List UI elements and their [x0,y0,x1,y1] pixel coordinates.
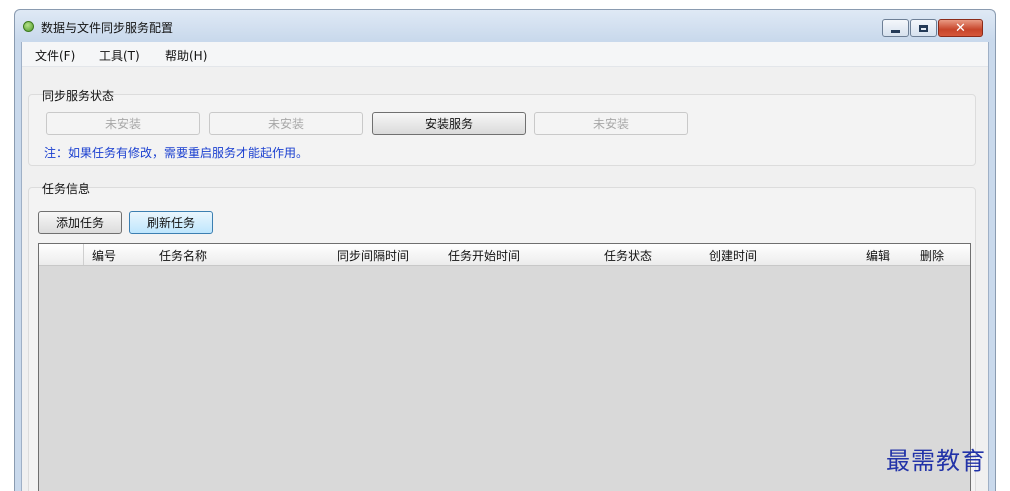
restart-note: 注：如果任务有修改，需要重启服务才能起作用。 [44,146,309,160]
maximize-icon [919,24,928,32]
column-edit[interactable]: 编辑 [866,247,890,264]
column-status[interactable]: 任务状态 [604,247,652,264]
menu-bar: 文件(F) 工具(T) 帮助(H) [22,42,988,67]
task-info-title: 任务信息 [42,182,91,196]
title-bar[interactable]: 数据与文件同步服务配置 ✕ [15,10,995,42]
client-area: 文件(F) 工具(T) 帮助(H) 同步服务状态 未安装 未安装 安装服务 未安… [21,42,989,491]
task-grid[interactable]: 编号 任务名称 同步间隔时间 任务开始时间 任务状态 创建时间 编辑 删除 [38,243,971,491]
menu-file[interactable]: 文件(F) [35,47,75,64]
row-header-corner [39,244,84,265]
watermark-text: 最需教育 [886,447,986,475]
column-interval[interactable]: 同步间隔时间 [337,247,409,264]
menu-help[interactable]: 帮助(H) [165,47,207,64]
close-icon: ✕ [955,20,966,36]
column-task-name[interactable]: 任务名称 [159,247,207,264]
window-title: 数据与文件同步服务配置 [41,21,174,35]
column-start-time[interactable]: 任务开始时间 [448,247,520,264]
column-id[interactable]: 编号 [92,247,116,264]
service-status-title: 同步服务状态 [42,89,115,103]
column-delete[interactable]: 删除 [920,247,944,264]
service-button-1[interactable]: 未安装 [46,112,200,135]
refresh-task-button[interactable]: 刷新任务 [129,211,213,234]
close-button[interactable]: ✕ [938,19,983,37]
grid-header: 编号 任务名称 同步间隔时间 任务开始时间 任务状态 创建时间 编辑 删除 [39,244,970,266]
column-created[interactable]: 创建时间 [709,247,757,264]
menu-tools[interactable]: 工具(T) [99,47,140,64]
minimize-button[interactable] [882,19,909,37]
minimize-icon [891,29,900,33]
service-button-2[interactable]: 未安装 [209,112,363,135]
maximize-button[interactable] [910,19,937,37]
add-task-button[interactable]: 添加任务 [38,211,122,234]
service-button-4[interactable]: 未安装 [534,112,688,135]
app-icon [23,21,34,32]
app-window: 数据与文件同步服务配置 ✕ 文件(F) 工具(T) 帮助(H) 同步服务状态 未… [14,9,996,491]
install-service-button[interactable]: 安装服务 [372,112,526,135]
